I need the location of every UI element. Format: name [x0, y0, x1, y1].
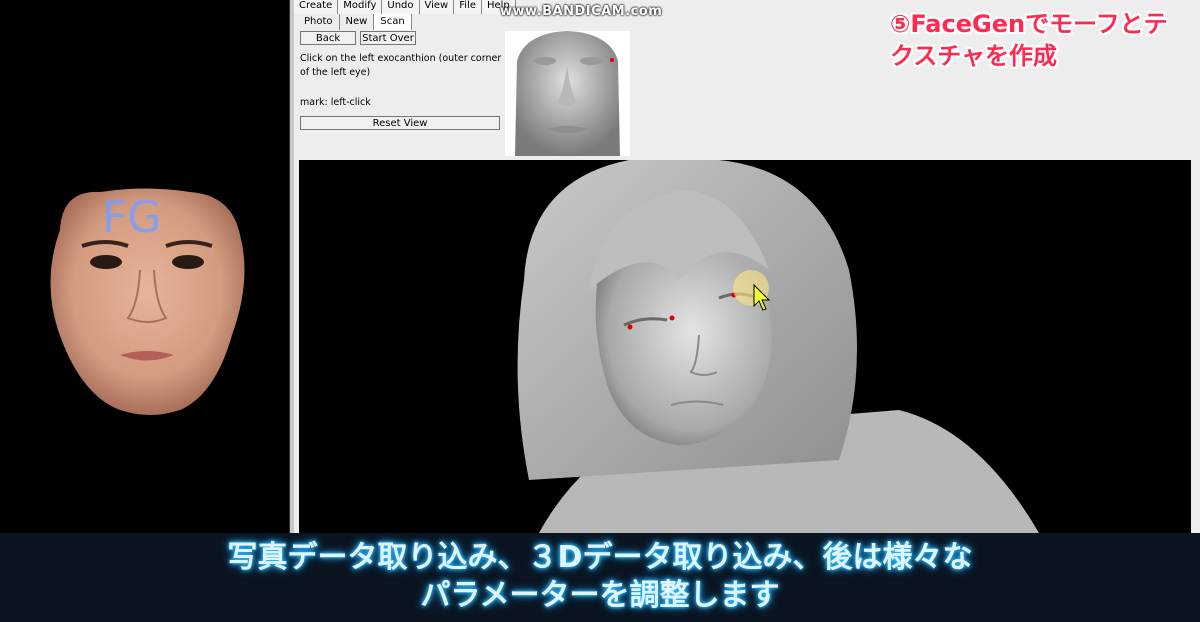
landmark-marker: [669, 315, 675, 321]
mark-hint: mark: left-click: [300, 97, 371, 108]
reset-view-button[interactable]: Reset View: [300, 116, 500, 130]
subtitle-bar: 写真データ取り込み、３Dデータ取り込み、後は様々な パラメーターを調整します: [0, 533, 1200, 622]
subtitle-line-1: 写真データ取り込み、３Dデータ取り込み、後は様々な: [227, 540, 973, 575]
bandicam-watermark: www.BANDICAM.com: [500, 4, 663, 19]
menu-bar: Create Modify Undo View File Help: [294, 0, 524, 14]
menu-undo[interactable]: Undo: [382, 0, 420, 14]
face-photo-panel: FG: [0, 0, 290, 533]
facegen-window: Create Modify Undo View File Help Photo …: [294, 0, 1200, 533]
menu-view[interactable]: View: [419, 0, 455, 14]
create-subtabs: Photo New Scan: [298, 14, 412, 30]
subtitle-text: 写真データ取り込み、３Dデータ取り込み、後は様々な パラメーターを調整します: [0, 539, 1200, 615]
cursor-highlight: [733, 270, 769, 306]
3d-viewport[interactable]: [299, 160, 1191, 533]
start-over-button[interactable]: Start Over: [360, 31, 416, 45]
tab-new[interactable]: New: [340, 14, 375, 30]
video-title-overlay: ⑤FaceGenでモーフとテクスチャを作成: [890, 10, 1168, 70]
menu-create[interactable]: Create: [294, 0, 339, 14]
subtitle-line-2: パラメーターを調整します: [420, 578, 780, 613]
reference-face-thumbnail: [505, 31, 630, 156]
scan-mesh-render: [517, 160, 1039, 533]
back-button[interactable]: Back: [300, 31, 356, 45]
tab-scan[interactable]: Scan: [374, 14, 412, 30]
forehead-label: FG: [102, 192, 161, 243]
textured-face-preview: FG: [50, 188, 245, 415]
tab-photo[interactable]: Photo: [298, 14, 340, 30]
landmark-marker: [627, 324, 633, 330]
menu-file[interactable]: File: [454, 0, 482, 14]
thumbnail-marker: [610, 58, 614, 62]
menu-modify[interactable]: Modify: [338, 0, 383, 14]
instruction-text: Click on the left exocanthion (outer cor…: [300, 53, 502, 78]
